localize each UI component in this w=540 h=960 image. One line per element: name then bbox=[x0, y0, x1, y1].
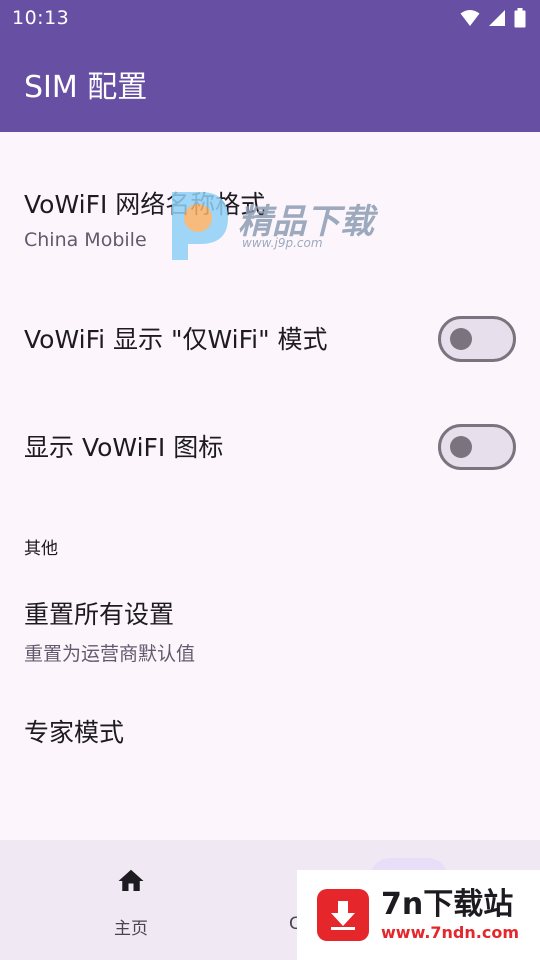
status-icons bbox=[460, 8, 526, 28]
app-title: SIM 配置 bbox=[24, 70, 148, 105]
badge-url: www.7ndn.com bbox=[381, 923, 519, 942]
download-arrow-icon bbox=[317, 889, 369, 941]
pref-title: VoWiFI 网络名称格式 bbox=[24, 190, 266, 219]
pref-summary: 重置为运营商默认值 bbox=[24, 643, 196, 665]
section-header-other: 其他 bbox=[24, 539, 58, 559]
pref-reset-all-settings[interactable]: 重置所有设置 重置为运营商默认值 bbox=[0, 598, 540, 668]
show-vowifi-icon-switch[interactable] bbox=[438, 424, 516, 470]
status-bar: 10:13 bbox=[0, 0, 540, 36]
badge-name: 7n下载站 bbox=[381, 887, 514, 922]
watermark-7ndn-badge: 7n下载站 www.7ndn.com bbox=[297, 870, 540, 960]
settings-list: VoWiFI 网络名称格式 China Mobile VoWiFi 显示 "仅W… bbox=[0, 132, 540, 840]
status-time: 10:13 bbox=[12, 7, 70, 29]
badge-text: 7n下载站 www.7ndn.com bbox=[381, 887, 519, 943]
nav-label-home: 主页 bbox=[114, 919, 148, 939]
pref-vowifi-network-name-format[interactable]: VoWiFI 网络名称格式 China Mobile bbox=[0, 188, 540, 254]
battery-icon bbox=[514, 8, 526, 28]
switch-thumb bbox=[450, 328, 472, 350]
home-icon bbox=[118, 869, 144, 891]
app-bar: SIM 配置 bbox=[0, 36, 540, 132]
pref-expert-mode[interactable]: 专家模式 bbox=[0, 716, 540, 750]
pref-summary: China Mobile bbox=[24, 229, 147, 251]
pref-title: 重置所有设置 bbox=[24, 600, 175, 629]
pref-title: 专家模式 bbox=[24, 718, 125, 747]
wifi-icon bbox=[460, 10, 480, 26]
switch-thumb bbox=[450, 436, 472, 458]
nav-item-home[interactable]: 主页 bbox=[61, 840, 201, 960]
signal-icon bbox=[489, 10, 505, 26]
wifi-only-mode-switch[interactable] bbox=[438, 316, 516, 362]
